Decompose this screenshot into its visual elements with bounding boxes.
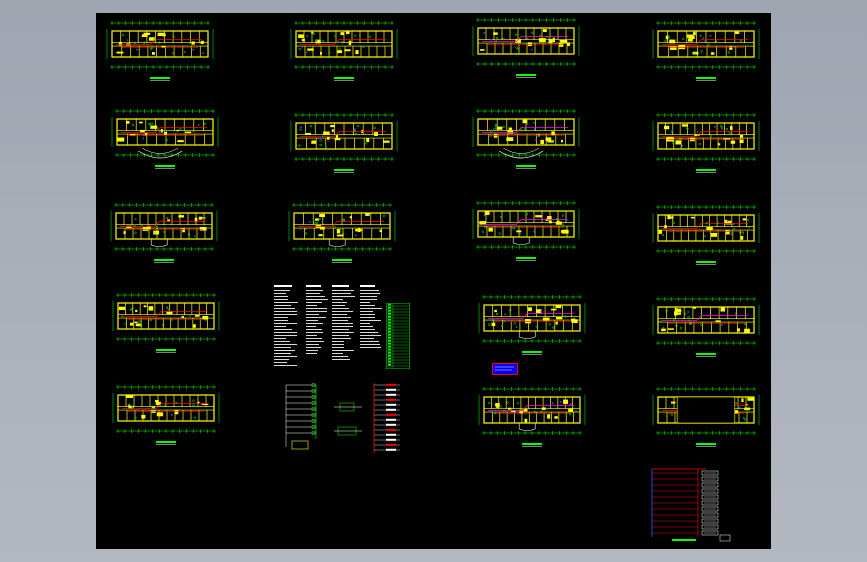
title-stamp	[492, 363, 518, 375]
floor-plan-sheet[interactable]	[108, 201, 220, 273]
floor-plan-sheet[interactable]	[476, 385, 588, 451]
design-notes-text	[332, 285, 356, 362]
floor-plan-sheet[interactable]	[650, 385, 762, 451]
floor-plan-sheet[interactable]	[288, 111, 400, 177]
cad-drawing-canvas[interactable]	[96, 13, 771, 549]
floor-plan-sheet[interactable]	[288, 19, 400, 85]
design-notes-text	[360, 285, 382, 350]
floor-plan-sheet[interactable]	[109, 107, 221, 187]
floor-plan-sheet[interactable]	[470, 107, 582, 187]
floor-plan-sheet[interactable]	[286, 201, 398, 269]
equipment-legend-table	[386, 303, 410, 369]
floor-plan-sheet[interactable]	[104, 19, 216, 85]
design-notes-text	[274, 285, 300, 368]
floor-plan-sheet[interactable]	[470, 199, 582, 271]
floor-plan-sheet[interactable]	[110, 383, 222, 451]
floor-plan-sheet[interactable]	[476, 293, 588, 359]
floor-plan-sheet[interactable]	[470, 16, 582, 82]
design-notes-text	[306, 285, 328, 356]
floor-plan-sheet[interactable]	[650, 203, 762, 269]
floor-plan-sheet[interactable]	[650, 111, 762, 177]
system-riser-diagram	[285, 383, 400, 453]
distribution-system-diagram	[651, 468, 731, 542]
floor-plan-sheet[interactable]	[110, 291, 222, 361]
floor-plan-sheet[interactable]	[650, 295, 762, 361]
floor-plan-sheet[interactable]	[650, 19, 762, 85]
